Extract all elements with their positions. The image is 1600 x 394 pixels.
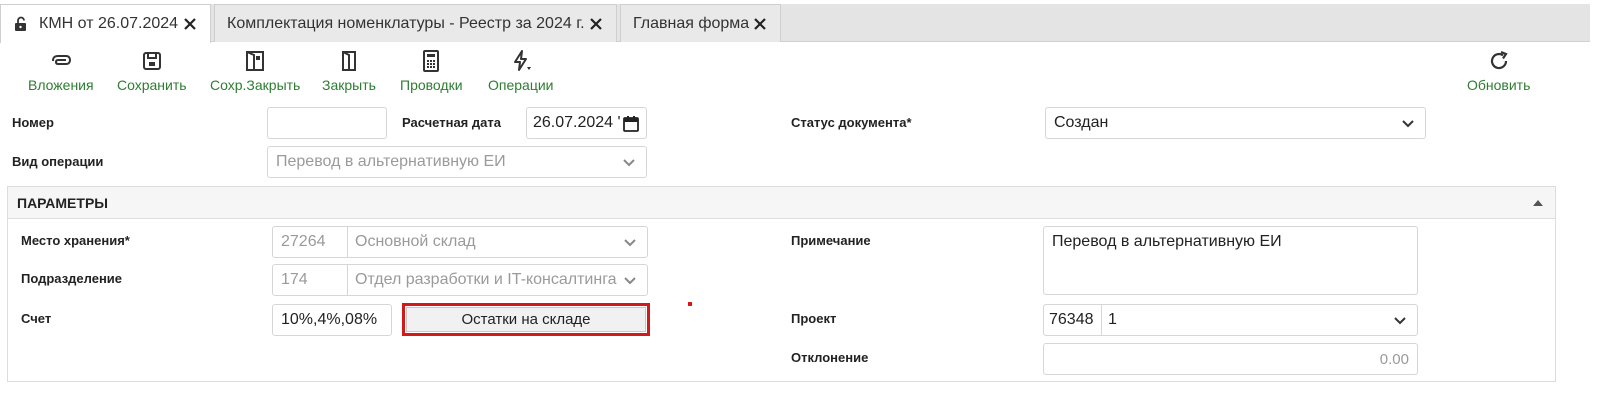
chevron-down-icon bbox=[624, 239, 636, 247]
section-title: ПАРАМЕТРЫ bbox=[17, 195, 108, 211]
parameters-header[interactable]: ПАРАМЕТРЫ bbox=[8, 187, 1555, 219]
tab-main-form[interactable]: Главная форма bbox=[620, 4, 781, 42]
tab-label: КМН от 26.07.2024 bbox=[39, 15, 179, 32]
paperclip-icon bbox=[51, 55, 71, 65]
tab-label: Главная форма bbox=[633, 14, 750, 32]
operations-label: Операции bbox=[488, 77, 554, 93]
operations-button[interactable]: Операции bbox=[488, 49, 554, 93]
operation-type-value: Перевод в альтернативную ЕИ bbox=[276, 153, 506, 170]
storage-select[interactable]: 27264 Основной склад bbox=[272, 226, 648, 258]
collapse-icon[interactable] bbox=[1533, 199, 1543, 207]
division-label: Подразделение bbox=[21, 271, 123, 286]
close-icon[interactable] bbox=[588, 16, 604, 32]
save-label: Сохранить bbox=[117, 77, 187, 93]
status-label: Статус документа* bbox=[791, 115, 912, 130]
close-label: Закрыть bbox=[322, 77, 376, 93]
attachments-label: Вложения bbox=[28, 77, 94, 93]
refresh-button[interactable]: Обновить bbox=[1467, 49, 1530, 93]
refresh-label: Обновить bbox=[1467, 77, 1531, 93]
status-value: Создан bbox=[1054, 114, 1109, 131]
save-button[interactable]: Сохранить bbox=[117, 49, 187, 93]
attachments-button[interactable]: Вложения bbox=[28, 49, 94, 93]
field-divider bbox=[347, 227, 348, 257]
storage-code: 27264 bbox=[281, 233, 326, 250]
refresh-icon bbox=[1490, 50, 1508, 70]
door-icon bbox=[341, 51, 356, 71]
save-close-icon bbox=[246, 51, 265, 71]
floppy-icon bbox=[142, 52, 161, 70]
field-divider bbox=[1101, 305, 1102, 335]
close-button[interactable]: Закрыть bbox=[322, 49, 376, 93]
project-value: 1 bbox=[1108, 311, 1117, 328]
chevron-down-icon bbox=[623, 159, 635, 167]
project-code: 76348 bbox=[1049, 311, 1094, 328]
postings-label: Проводки bbox=[400, 77, 463, 93]
number-label: Номер bbox=[12, 115, 54, 130]
field-divider bbox=[347, 265, 348, 295]
operation-type-label: Вид операции bbox=[12, 154, 104, 169]
storage-label: Место хранения* bbox=[21, 233, 130, 248]
calendar-icon[interactable] bbox=[622, 115, 640, 133]
calc-date-label: Расчетная дата bbox=[402, 115, 501, 130]
tab-bar: КМН от 26.07.2024 Комплектация номенклат… bbox=[0, 0, 1600, 44]
save-close-label: Сохр.Закрыть bbox=[210, 77, 301, 93]
number-input[interactable] bbox=[267, 107, 387, 139]
note-label: Примечание bbox=[791, 233, 871, 248]
lightning-icon bbox=[513, 50, 531, 71]
calc-date-value: 26.07.2024 ' bbox=[533, 114, 621, 131]
status-select[interactable]: Создан bbox=[1045, 107, 1426, 139]
stock-button[interactable]: Остатки на складе bbox=[406, 307, 646, 332]
deviation-label: Отклонение bbox=[791, 350, 869, 365]
tab-label: Комплектация номенклатуры - Реестр за 20… bbox=[227, 14, 585, 32]
stock-button-highlight: Остатки на складе bbox=[402, 303, 650, 336]
account-label: Счет bbox=[21, 311, 52, 326]
storage-name: Основной склад bbox=[355, 233, 476, 250]
project-select[interactable]: 76348 1 bbox=[1043, 304, 1418, 336]
lock-icon bbox=[15, 16, 26, 31]
tab-kmn[interactable]: КМН от 26.07.2024 bbox=[0, 4, 211, 43]
operation-type-select[interactable]: Перевод в альтернативную ЕИ bbox=[267, 146, 647, 178]
chevron-down-icon bbox=[1402, 120, 1414, 128]
toolbar: Вложения Сохранить Сохр.Закрыть Закрыть bbox=[0, 44, 1600, 102]
calc-date-input[interactable]: 26.07.2024 ' bbox=[526, 107, 647, 139]
close-icon[interactable] bbox=[182, 16, 198, 32]
project-label: Проект bbox=[791, 311, 837, 326]
account-input[interactable]: 10%,4%,08% bbox=[272, 304, 392, 336]
chevron-down-icon bbox=[624, 277, 636, 285]
marker-dot bbox=[688, 302, 692, 306]
chevron-down-icon bbox=[1394, 317, 1406, 325]
tab-assembly-registry[interactable]: Комплектация номенклатуры - Реестр за 20… bbox=[214, 4, 617, 42]
save-close-button[interactable]: Сохр.Закрыть bbox=[210, 49, 300, 93]
calculator-icon bbox=[423, 50, 440, 72]
division-select[interactable]: 174 Отдел разработки и IT-консалтинга bbox=[272, 264, 648, 296]
close-icon[interactable] bbox=[752, 16, 768, 32]
note-textarea[interactable]: Перевод в альтернативную ЕИ bbox=[1043, 226, 1418, 295]
division-code: 174 bbox=[281, 271, 308, 288]
division-name: Отдел разработки и IT-консалтинга bbox=[355, 271, 617, 288]
postings-button[interactable]: Проводки bbox=[400, 49, 463, 93]
deviation-input[interactable]: 0.00 bbox=[1043, 343, 1418, 375]
